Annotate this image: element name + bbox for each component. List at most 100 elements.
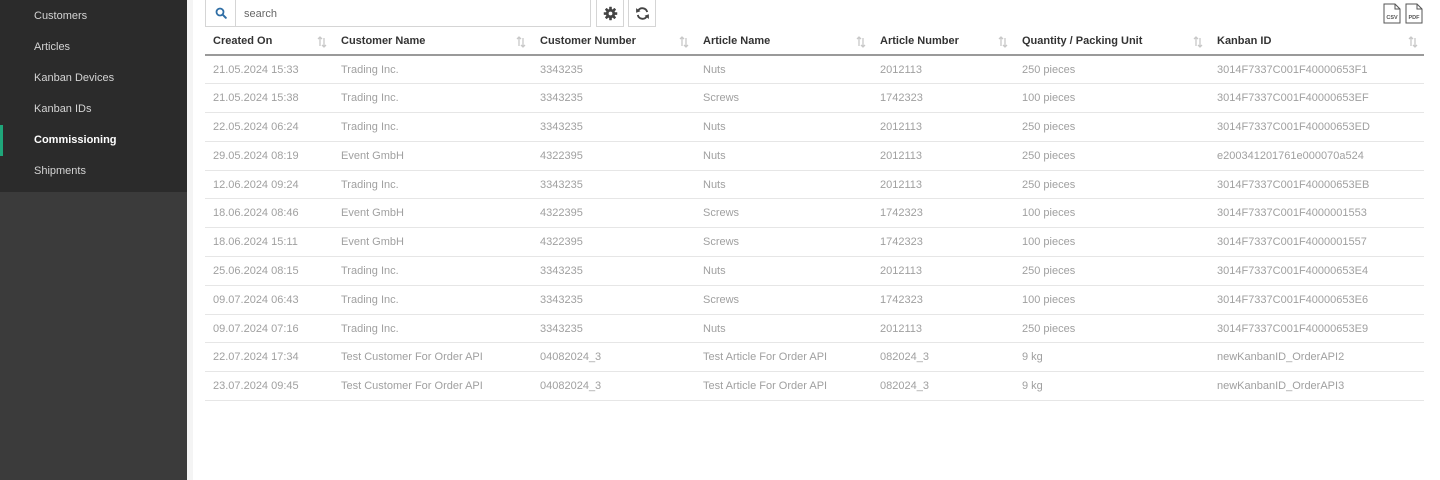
column-header-label: Kanban ID: [1217, 35, 1272, 47]
gear-icon: [603, 6, 617, 20]
column-header-customer-name[interactable]: Customer Name: [333, 28, 532, 56]
column-header-customer-number[interactable]: Customer Number: [532, 28, 695, 56]
cell-customer-number: 3343235: [532, 112, 695, 142]
sidebar-item-kanban-devices[interactable]: Kanban Devices: [0, 63, 187, 94]
sidebar-item-kanban-ids[interactable]: Kanban IDs: [0, 94, 187, 125]
cell-customer-number: 3343235: [532, 256, 695, 286]
cell-customer-name: Trading Inc.: [333, 170, 532, 200]
cell-created-on: 18.06.2024 15:11: [205, 227, 333, 258]
cell-customer-name: Trading Inc.: [333, 112, 532, 142]
column-header-label: Quantity / Packing Unit: [1022, 35, 1143, 47]
sort-icon[interactable]: [679, 36, 689, 48]
cell-created-on: 21.05.2024 15:38: [205, 83, 333, 114]
cell-customer-number: 04082024_3: [532, 371, 695, 402]
cell-article-number: 2012113: [872, 112, 1014, 142]
sidebar-item-customers[interactable]: Customers: [0, 1, 187, 32]
cell-article-number: 1742323: [872, 198, 1014, 229]
cell-article-name: Screws: [695, 285, 872, 315]
column-header-article-number[interactable]: Article Number: [872, 28, 1014, 56]
sort-icon[interactable]: [1408, 36, 1418, 48]
settings-button[interactable]: [596, 0, 624, 27]
cell-kanban-id: 3014F7337C001F40000653EF: [1209, 83, 1424, 114]
cell-customer-number: 4322395: [532, 198, 695, 229]
cell-created-on: 23.07.2024 09:45: [205, 371, 333, 402]
cell-article-number: 1742323: [872, 285, 1014, 315]
sort-icon[interactable]: [317, 36, 327, 48]
search-input[interactable]: [236, 0, 596, 28]
cell-article-name: Screws: [695, 227, 872, 258]
cell-customer-name: Event GmbH: [333, 198, 532, 229]
table-row[interactable]: 22.07.2024 17:34 Test Customer For Order …: [205, 342, 1424, 373]
table-row[interactable]: 18.06.2024 15:11 Event GmbH 4322395 Screws 1…: [205, 227, 1424, 258]
cell-quantity-packing-unit: 100 pieces: [1014, 227, 1209, 258]
cell-kanban-id: 3014F7337C001F40000653EB: [1209, 170, 1424, 200]
cell-quantity-packing-unit: 250 pieces: [1014, 141, 1209, 171]
table-row[interactable]: 23.07.2024 09:45 Test Customer For Order …: [205, 371, 1424, 402]
refresh-button[interactable]: [628, 0, 656, 27]
column-header-created-on[interactable]: Created On: [205, 28, 333, 56]
cell-customer-number: 3343235: [532, 55, 695, 85]
csv-label: CSV: [1386, 15, 1398, 21]
cell-quantity-packing-unit: 250 pieces: [1014, 170, 1209, 200]
table-row[interactable]: 22.05.2024 06:24 Trading Inc. 3343235 Nuts 2…: [205, 112, 1424, 142]
search-icon: [215, 7, 227, 19]
cell-quantity-packing-unit: 9 kg: [1014, 342, 1209, 373]
table-row[interactable]: 21.05.2024 15:33 Trading Inc. 3343235 Nuts 2…: [205, 55, 1424, 85]
sidebar-item-shipments[interactable]: Shipments: [0, 156, 187, 187]
cell-kanban-id: 3014F7337C001F40000653ED: [1209, 112, 1424, 142]
pdf-label: PDF: [1409, 15, 1421, 21]
export-pdf-button[interactable]: PDF: [1405, 3, 1423, 24]
cell-quantity-packing-unit: 250 pieces: [1014, 112, 1209, 142]
export-csv-button[interactable]: CSV: [1383, 3, 1401, 24]
cell-customer-number: 3343235: [532, 285, 695, 315]
cell-article-name: Nuts: [695, 55, 872, 85]
column-header-label: Article Number: [880, 35, 959, 47]
cell-customer-name: Event GmbH: [333, 227, 532, 258]
cell-quantity-packing-unit: 250 pieces: [1014, 256, 1209, 286]
table-row[interactable]: 09.07.2024 07:16 Trading Inc. 3343235 Nuts 2…: [205, 314, 1424, 344]
table-row[interactable]: 29.05.2024 08:19 Event GmbH 4322395 Nuts 201…: [205, 141, 1424, 171]
cell-customer-name: Trading Inc.: [333, 256, 532, 286]
cell-article-number: 1742323: [872, 227, 1014, 258]
column-header-kanban-id[interactable]: Kanban ID: [1209, 28, 1424, 56]
search-button[interactable]: [206, 0, 236, 26]
cell-kanban-id: 3014F7337C001F40000653E6: [1209, 285, 1424, 315]
cell-customer-number: 3343235: [532, 170, 695, 200]
refresh-icon: [635, 6, 649, 20]
sidebar-item-commissioning[interactable]: Commissioning: [0, 125, 187, 156]
sidebar-item-articles[interactable]: Articles: [0, 32, 187, 63]
sort-icon[interactable]: [856, 36, 866, 48]
sort-icon[interactable]: [516, 36, 526, 48]
column-header-article-name[interactable]: Article Name: [695, 28, 872, 56]
pdf-file-icon: PDF: [1405, 3, 1423, 24]
cell-article-name: Test Article For Order API: [695, 371, 872, 402]
column-header-label: Customer Number: [540, 35, 636, 47]
cell-article-number: 2012113: [872, 314, 1014, 344]
column-header-quantity-packing-unit[interactable]: Quantity / Packing Unit: [1014, 28, 1209, 56]
table-row[interactable]: 12.06.2024 09:24 Trading Inc. 3343235 Nuts 2…: [205, 170, 1424, 200]
sort-icon[interactable]: [1193, 36, 1203, 48]
cell-customer-name: Trading Inc.: [333, 285, 532, 315]
cell-customer-name: Test Customer For Order API: [333, 371, 532, 402]
cell-quantity-packing-unit: 100 pieces: [1014, 198, 1209, 229]
cell-quantity-packing-unit: 100 pieces: [1014, 285, 1209, 315]
cell-kanban-id: 3014F7337C001F4000001557: [1209, 227, 1424, 258]
table-row[interactable]: 21.05.2024 15:38 Trading Inc. 3343235 Screw…: [205, 83, 1424, 114]
cell-customer-number: 4322395: [532, 227, 695, 258]
table-row[interactable]: 18.06.2024 08:46 Event GmbH 4322395 Screws 1…: [205, 198, 1424, 229]
content-divider: [187, 0, 193, 480]
cell-kanban-id: 3014F7337C001F40000653E9: [1209, 314, 1424, 344]
column-header-label: Created On: [213, 35, 273, 47]
cell-article-number: 082024_3: [872, 342, 1014, 373]
cell-article-name: Test Article For Order API: [695, 342, 872, 373]
commissioning-table: Created On Customer Name Customer Number Ar…: [205, 28, 1424, 402]
cell-customer-number: 3343235: [532, 83, 695, 114]
sort-icon[interactable]: [998, 36, 1008, 48]
cell-customer-name: Trading Inc.: [333, 83, 532, 114]
table-row[interactable]: 09.07.2024 06:43 Trading Inc. 3343235 Screw…: [205, 285, 1424, 315]
table-row[interactable]: 25.06.2024 08:15 Trading Inc. 3343235 Nuts 2…: [205, 256, 1424, 286]
cell-article-name: Nuts: [695, 141, 872, 171]
cell-customer-number: 3343235: [532, 314, 695, 344]
cell-quantity-packing-unit: 250 pieces: [1014, 55, 1209, 85]
app-window: Customers Articles Kanban Devices Kanban…: [0, 0, 1440, 480]
